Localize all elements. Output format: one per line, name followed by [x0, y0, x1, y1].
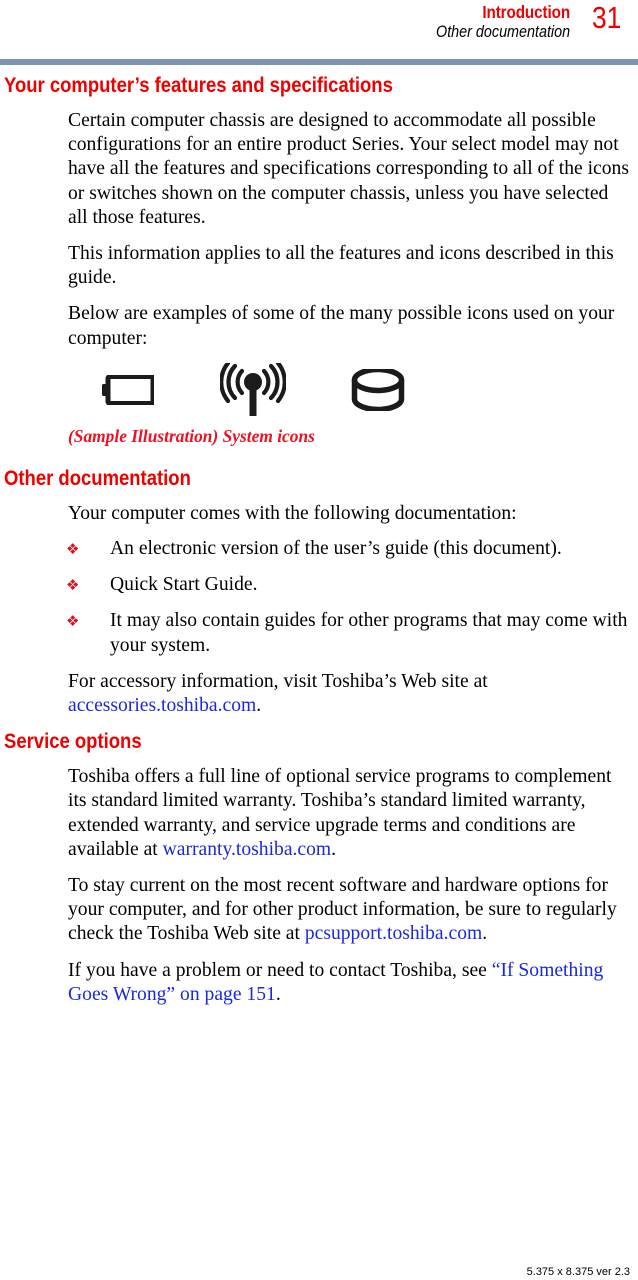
accessory-tail-text: .	[256, 695, 262, 717]
list-item-label: It may also contain guides for other pro…	[110, 610, 628, 656]
diamond-bullet-icon: ❖	[66, 612, 80, 631]
link-accessories-toshiba-com[interactable]: accessories.toshiba.com	[68, 695, 256, 716]
service-para2-tail-text: .	[482, 923, 488, 945]
list-item-label: An electronic version of the user’s guid…	[110, 538, 562, 560]
list-item: ❖ It may also contain guides for other p…	[0, 609, 632, 657]
heading-service-options: Service options	[4, 730, 142, 754]
page-header: Introduction Other documentation 31	[0, 0, 638, 42]
system-icon-samples	[68, 361, 638, 422]
header-titles: Introduction Other documentation	[416, 2, 592, 42]
wireless-icon-slot	[188, 361, 318, 422]
accessory-lead-text: For accessory information, visit Toshiba…	[68, 670, 488, 692]
page-content: Your computer’s features and specificati…	[0, 74, 638, 1019]
documentation-list: ❖ An electronic version of the user’s gu…	[0, 537, 632, 658]
paragraph-icon-examples-lead: Below are examples of some of the many p…	[68, 303, 615, 349]
diamond-bullet-icon: ❖	[66, 540, 80, 559]
heading-features-and-specifications: Your computer’s features and specificati…	[4, 74, 393, 97]
service-para1-lead-text: Toshiba offers a full line of optional s…	[68, 766, 612, 860]
header-section-title: Other documentation	[435, 23, 570, 41]
sample-illustration-caption: (Sample Illustration) System icons	[68, 425, 315, 446]
page-number: 31	[592, 0, 622, 35]
disk-drive-icon	[351, 367, 405, 416]
header-row: Introduction Other documentation 31	[0, 2, 638, 42]
paragraph-service-programs: Toshiba offers a full line of optional s…	[68, 765, 632, 862]
diamond-bullet-icon: ❖	[66, 576, 80, 595]
list-item: ❖ An electronic version of the user’s gu…	[0, 537, 632, 561]
service-para3-lead-text: If you have a problem or need to contact…	[68, 959, 492, 981]
header-divider-rule	[0, 59, 638, 65]
paragraph-applies-to-all-features: This information applies to all the feat…	[68, 243, 614, 289]
paragraph-accessory-information: For accessory information, visit Toshiba…	[68, 670, 632, 718]
battery-icon-slot	[68, 365, 188, 421]
wireless-antenna-icon	[219, 361, 287, 422]
paragraph-documentation-intro: Your computer comes with the following d…	[68, 502, 517, 524]
paragraph-contact-toshiba: If you have a problem or need to contact…	[68, 959, 632, 1007]
paragraph-stay-current: To stay current on the most recent softw…	[68, 874, 632, 947]
disk-icon-slot	[318, 365, 438, 421]
page-size-spec: 5.375 x 8.375 ver 2.3	[526, 1266, 630, 1278]
link-pcsupport-toshiba-com[interactable]: pcsupport.toshiba.com	[305, 923, 482, 944]
link-warranty-toshiba-com[interactable]: warranty.toshiba.com	[163, 839, 332, 860]
service-para3-tail-text: .	[275, 983, 281, 1005]
list-item: ❖ Quick Start Guide.	[0, 573, 632, 597]
heading-other-documentation: Other documentation	[4, 466, 191, 490]
paragraph-chassis-configurations: Certain computer chassis are designed to…	[68, 110, 629, 228]
header-chapter-title: Introduction	[482, 2, 570, 22]
battery-icon	[102, 374, 156, 410]
service-para1-tail-text: .	[331, 838, 337, 860]
page-footer: 5.375 x 8.375 ver 2.3	[0, 1266, 638, 1279]
list-item-label: Quick Start Guide.	[110, 574, 258, 596]
